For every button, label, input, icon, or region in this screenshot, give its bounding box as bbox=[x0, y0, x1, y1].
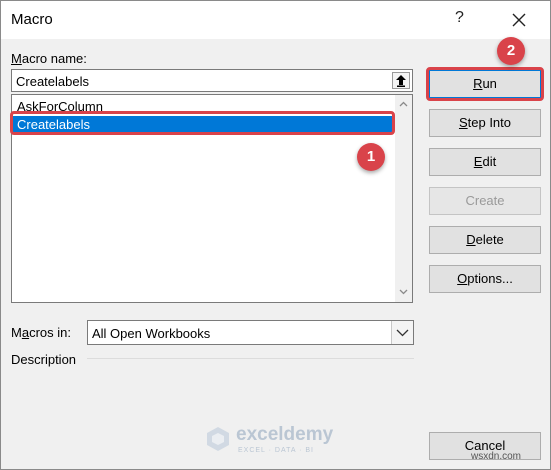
step-into-accel: S bbox=[458, 115, 468, 130]
chevron-down-icon bbox=[396, 329, 409, 337]
step-into-rest: tep Into bbox=[467, 115, 512, 130]
title-bar: Macro ? bbox=[1, 1, 550, 39]
macro-name-value: Createlabels bbox=[16, 74, 89, 89]
site-watermark: wsxdn.com bbox=[471, 451, 522, 462]
delete-rest: elete bbox=[475, 232, 504, 247]
macros-in-value: All Open Workbooks bbox=[92, 326, 211, 341]
scroll-up-icon[interactable] bbox=[397, 98, 410, 111]
options-button[interactable]: Options... bbox=[429, 265, 541, 293]
scroll-down-icon[interactable] bbox=[397, 285, 410, 298]
highlight-run-button bbox=[426, 67, 544, 101]
macro-name-input[interactable]: Createlabels bbox=[11, 69, 413, 92]
macro-name-label-accel: M bbox=[11, 51, 22, 66]
delete-button[interactable]: Delete bbox=[429, 226, 541, 254]
step-into-button[interactable]: Step Into bbox=[429, 109, 541, 137]
help-button[interactable]: ? bbox=[455, 9, 464, 27]
exceldemy-watermark: exceldemy EXCEL · DATA · BI bbox=[204, 422, 354, 458]
delete-accel: D bbox=[466, 232, 476, 247]
macros-in-label-pre: M bbox=[11, 325, 22, 340]
list-scrollbar[interactable] bbox=[395, 95, 412, 302]
macros-in-label-rest: cros in: bbox=[29, 325, 71, 340]
annotation-badge-1: 1 bbox=[357, 143, 385, 171]
description-label: Description bbox=[11, 352, 77, 367]
macros-in-dropdown-button[interactable] bbox=[391, 321, 413, 344]
highlight-selected-macro bbox=[10, 111, 395, 135]
macros-in-label-accel: a bbox=[21, 325, 30, 340]
macro-name-label-rest: acro name: bbox=[21, 51, 87, 66]
macro-name-label: Macro name: bbox=[11, 51, 87, 66]
upload-arrow-icon bbox=[396, 75, 406, 87]
description-divider bbox=[87, 358, 414, 359]
edit-button[interactable]: Edit bbox=[429, 148, 541, 176]
create-button[interactable]: Create bbox=[429, 187, 541, 215]
dialog-title: Macro bbox=[11, 11, 53, 28]
options-accel: O bbox=[457, 271, 468, 286]
options-rest: ptions... bbox=[467, 271, 513, 286]
annotation-badge-2: 2 bbox=[497, 37, 525, 65]
macro-dialog: Macro ? Macro name: Createlabels AskForC… bbox=[0, 0, 551, 470]
close-icon[interactable] bbox=[509, 10, 529, 30]
exceldemy-logo-icon bbox=[207, 427, 229, 451]
macros-in-label: Macros in: bbox=[11, 325, 71, 340]
macros-in-select[interactable]: All Open Workbooks bbox=[87, 320, 414, 345]
watermark-name: exceldemy bbox=[236, 424, 334, 445]
watermark-tagline: EXCEL · DATA · BI bbox=[238, 447, 314, 454]
edit-rest: dit bbox=[482, 154, 497, 169]
macro-name-up-button[interactable] bbox=[392, 72, 410, 89]
